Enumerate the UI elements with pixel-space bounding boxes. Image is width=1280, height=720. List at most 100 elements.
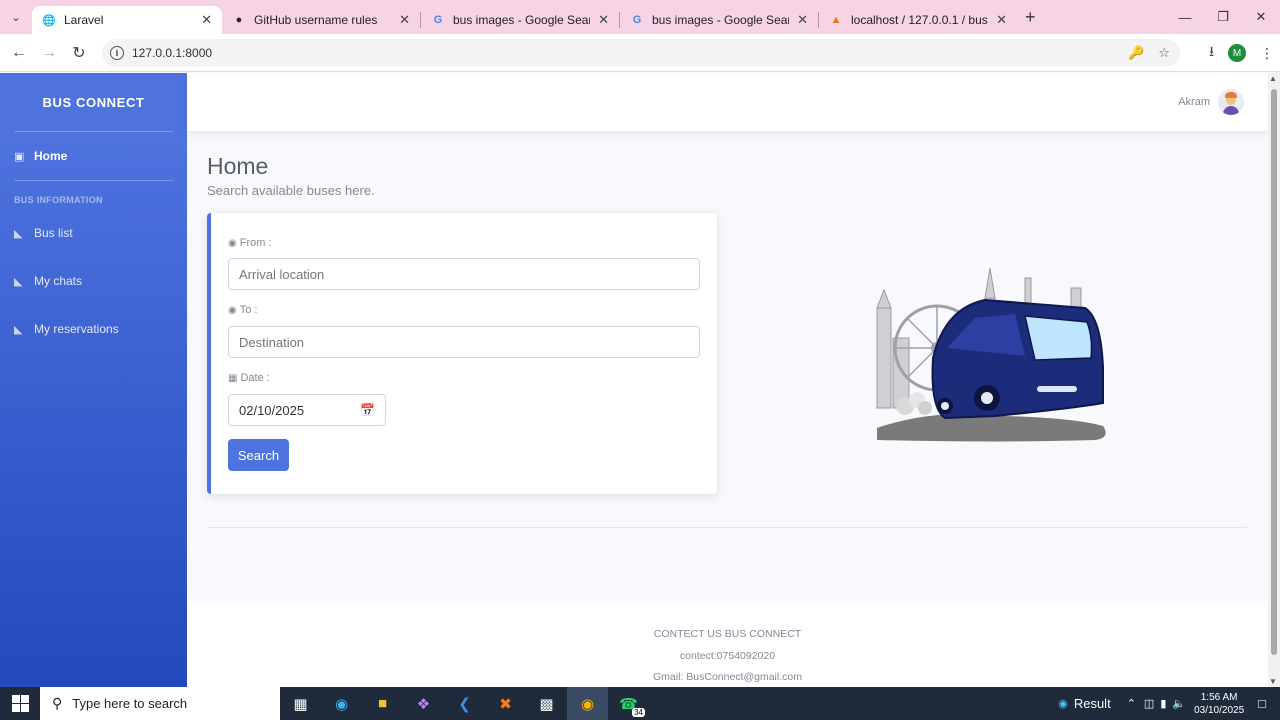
scroll-up-arrow-icon[interactable]: ▲ — [1269, 74, 1277, 83]
user-name: Akram — [1178, 96, 1210, 108]
sidebar-brand[interactable]: BUS CONNECT — [0, 73, 187, 131]
page-title: Home — [207, 153, 269, 179]
github-icon: ● — [235, 14, 243, 26]
tray-chevron-up-icon[interactable]: ⌃ — [1127, 697, 1136, 710]
whatsapp-badge: 34 — [632, 708, 645, 717]
footer-contact-heading: CONTECT US BUS CONNECT — [653, 628, 802, 640]
task-view-icon[interactable]: ▦ — [280, 687, 321, 720]
site-info-icon[interactable]: i — [110, 46, 124, 60]
clock[interactable]: 1:56 AM 03/10/2025 — [1194, 691, 1244, 717]
download-icon[interactable]: ⭳ — [1209, 41, 1214, 65]
clock-time: 1:56 AM — [1200, 691, 1238, 703]
window-close-icon[interactable]: ✕ — [1242, 0, 1280, 34]
tab-github[interactable]: ● GitHub username rules ✕ — [222, 6, 420, 34]
calendar-picker-icon[interactable]: 📅 — [360, 403, 375, 417]
bus-illustration — [876, 268, 1106, 442]
bus-icon: ◣ — [14, 323, 23, 336]
close-icon[interactable]: ✕ — [996, 12, 1007, 28]
phpmyadmin-icon: ▲ — [830, 14, 842, 26]
back-arrow-icon[interactable]: ← — [4, 38, 34, 68]
sidebar-item-label: Bus list — [34, 226, 73, 240]
date-input[interactable]: 02/10/2025 📅 — [228, 394, 386, 426]
to-input[interactable] — [228, 326, 700, 358]
date-value: 02/10/2025 — [239, 402, 305, 418]
close-icon[interactable]: ✕ — [598, 12, 609, 28]
minimize-icon[interactable]: — — [1166, 0, 1204, 34]
address-bar[interactable]: i 127.0.0.1:8000 🔑 ☆ — [102, 39, 1180, 67]
tab-title: GitHub username rules — [254, 13, 378, 27]
new-tab-plus-icon[interactable]: + — [1025, 7, 1036, 28]
battery-icon[interactable]: ▮ — [1160, 697, 1166, 710]
sidebar-item-bus-list[interactable]: ◣ Bus list — [0, 209, 187, 257]
file-explorer-icon[interactable]: ■ — [362, 687, 403, 720]
user-avatar — [1218, 89, 1244, 115]
search-button[interactable]: Search — [228, 439, 289, 471]
close-icon[interactable]: ✕ — [399, 12, 410, 28]
close-icon[interactable]: ✕ — [201, 12, 212, 28]
page-subtitle: Search available buses here. — [207, 183, 375, 198]
network-icon[interactable]: ◫ — [1144, 697, 1154, 710]
to-label: ◉ To : — [228, 304, 258, 316]
edge-icon[interactable]: ◉ — [321, 687, 362, 720]
sidebar-item-my-chats[interactable]: ◣ My chats — [0, 257, 187, 305]
tab-google-search-1[interactable]: G bus images - Google Search ✕ — [421, 6, 619, 34]
start-button[interactable] — [0, 687, 40, 720]
search-form-card: ◉From : ◉To : ▦Date : 02/10/2025 📅 Searc… — [207, 213, 717, 494]
scroll-down-arrow-icon[interactable]: ▼ — [1269, 677, 1277, 686]
close-icon[interactable]: ✕ — [797, 12, 808, 28]
tab-phpmyadmin[interactable]: ▲ localhost / 127.0.0.1 / busreserv ✕ — [819, 6, 1017, 34]
forward-arrow-icon[interactable]: → — [34, 38, 64, 68]
clock-date: 03/10/2025 — [1194, 704, 1245, 716]
footer-phone: contect:0754092020 — [679, 650, 776, 662]
tab-title: bus images - Google Search — [453, 13, 591, 27]
map-marker-icon: ◉ — [228, 305, 237, 316]
window-controls: — ❐ ✕ — [1166, 0, 1280, 34]
tab-title: localhost / 127.0.0.1 / busreserv — [851, 13, 988, 27]
sidebar-item-label: My reservations — [34, 322, 119, 336]
maximize-icon[interactable]: ❐ — [1204, 0, 1242, 34]
windows-taskbar: ⚲ Type here to search ▦ ◉ ■ ❖ ❮ ✖ ▩ ◉ ☎ 3… — [0, 687, 1280, 720]
page-scrollbar[interactable]: ▲ ▼ — [1268, 73, 1280, 687]
weather-icon[interactable]: ◉ — [1058, 697, 1068, 710]
google-icon: G — [433, 14, 443, 26]
password-key-icon[interactable]: 🔑 — [1128, 45, 1144, 61]
tab-laravel[interactable]: 🌐 Laravel ✕ — [32, 6, 222, 34]
tab-title: bus images - Google Search — [652, 13, 790, 27]
home-icon: ▣ — [14, 150, 25, 163]
whatsapp-icon[interactable]: ☎ 34 — [608, 687, 649, 720]
reload-icon[interactable]: ↻ — [64, 38, 94, 68]
search-icon: ⚲ — [52, 695, 63, 711]
tab-google-search-2[interactable]: G bus images - Google Search ✕ — [620, 6, 818, 34]
sidebar-item-home[interactable]: ▣ Home — [0, 132, 187, 180]
weather-label[interactable]: Result — [1074, 696, 1111, 711]
copilot-icon[interactable]: ❖ — [403, 687, 444, 720]
bus-icon: ◣ — [14, 227, 23, 240]
taskbar-search-placeholder: Type here to search — [72, 696, 188, 711]
kebab-menu-icon[interactable]: ⋮ — [1260, 45, 1274, 62]
google-icon: G — [632, 14, 642, 26]
windows-logo-icon — [11, 695, 29, 712]
scrollbar-thumb[interactable] — [1271, 89, 1277, 655]
vscode-icon[interactable]: ❮ — [444, 687, 485, 720]
volume-icon[interactable]: 🔈 — [1172, 697, 1186, 710]
notification-icon[interactable]: □ — [1258, 696, 1266, 711]
tab-search-chevron-icon[interactable]: ⌄ — [0, 0, 32, 34]
taskbar-search[interactable]: ⚲ Type here to search — [40, 687, 280, 720]
globe-icon: 🌐 — [42, 14, 56, 27]
profile-avatar[interactable]: M — [1228, 44, 1246, 62]
divider — [207, 527, 1247, 528]
from-input[interactable] — [228, 258, 700, 290]
system-tray: ◉ Result ⌃ ◫ ▮ 🔈 1:56 AM 03/10/2025 □ — [1058, 687, 1280, 720]
date-label: ▦ Date : — [228, 372, 270, 384]
web-page: BUS CONNECT ▣ Home BUS INFORMATION ◣ Bus… — [0, 73, 1280, 687]
xampp-icon[interactable]: ✖ — [485, 687, 526, 720]
bookmark-star-icon[interactable]: ☆ — [1158, 45, 1170, 61]
footer: CONTECT US BUS CONNECT contect:075409202… — [187, 601, 1268, 687]
user-menu[interactable]: Akram — [1178, 89, 1244, 115]
sidebar-item-my-reservations[interactable]: ◣ My reservations — [0, 305, 187, 353]
chrome-icon[interactable]: ◉ — [567, 687, 608, 720]
from-label: ◉ From : — [228, 237, 272, 249]
terminal-icon[interactable]: ▩ — [526, 687, 567, 720]
tab-title: Laravel — [64, 13, 104, 27]
calendar-icon: ▦ — [228, 373, 238, 384]
